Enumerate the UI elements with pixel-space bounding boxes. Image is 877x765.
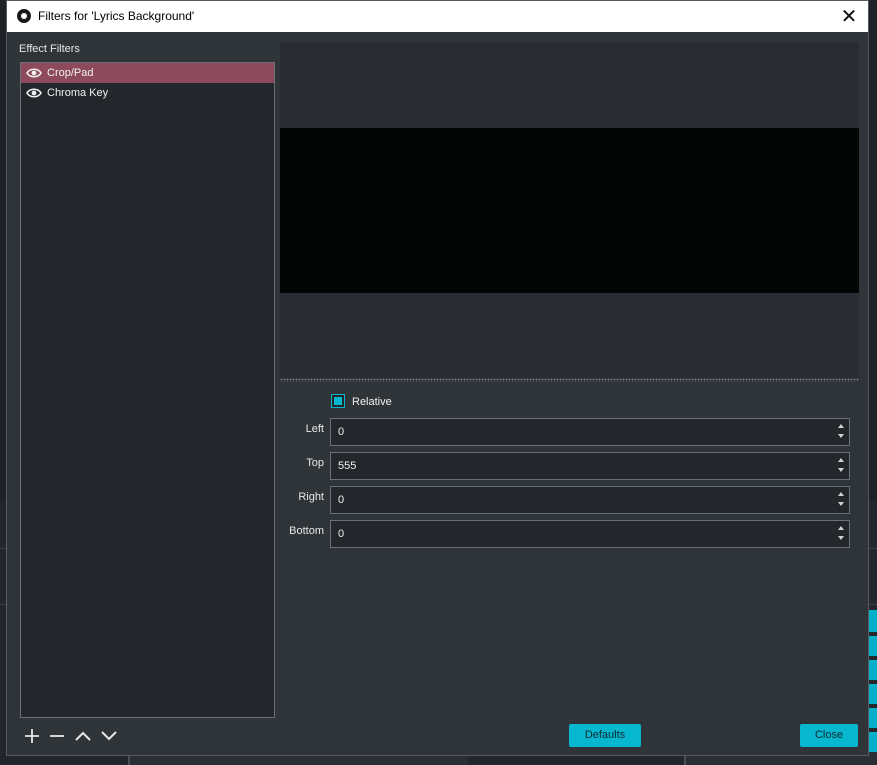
spin-up-icon[interactable] (838, 424, 844, 428)
spin-up-icon[interactable] (838, 526, 844, 530)
filter-item-chroma-key[interactable]: Chroma Key (21, 83, 274, 103)
bottom-label: Bottom (289, 525, 324, 537)
left-label: Left (305, 423, 324, 435)
right-value: 0 (338, 494, 345, 506)
bottom-spinbox[interactable]: 0 (330, 520, 850, 548)
filter-item-label: Crop/Pad (47, 67, 94, 79)
spin-arrows[interactable] (836, 489, 846, 511)
spin-down-icon[interactable] (838, 502, 844, 506)
chevron-up-icon (75, 731, 91, 741)
top-spinbox[interactable]: 555 (330, 452, 850, 480)
filter-item-label: Chroma Key (47, 87, 109, 99)
spin-down-icon[interactable] (838, 434, 844, 438)
spin-up-icon[interactable] (838, 458, 844, 462)
obs-logo-icon (17, 9, 31, 23)
minus-icon (50, 735, 64, 737)
close-button[interactable]: Close (800, 724, 858, 747)
relative-label: Relative (352, 396, 392, 408)
title-bar: Filters for 'Lyrics Background' ✕ (7, 1, 868, 32)
move-down-button[interactable] (98, 725, 120, 747)
effect-filters-list: Crop/Pad Chroma Key (20, 62, 275, 718)
top-value: 555 (338, 460, 357, 472)
eye-icon[interactable] (26, 86, 42, 100)
close-window-button[interactable]: ✕ (838, 5, 860, 27)
plus-icon (25, 729, 39, 743)
preview-splitter-handle[interactable] (280, 378, 859, 382)
top-label: Top (306, 457, 324, 469)
chevron-down-icon (101, 731, 117, 741)
filter-preview (280, 42, 859, 378)
spin-arrows[interactable] (836, 421, 846, 443)
right-label: Right (298, 491, 324, 503)
eye-icon[interactable] (26, 66, 42, 80)
spin-down-icon[interactable] (838, 536, 844, 540)
left-value: 0 (338, 426, 345, 438)
move-up-button[interactable] (72, 725, 94, 747)
add-filter-button[interactable] (21, 725, 43, 747)
checkbox-check-mark (334, 397, 342, 405)
left-spinbox[interactable]: 0 (330, 418, 850, 446)
right-spinbox[interactable]: 0 (330, 486, 850, 514)
preview-source-image (280, 128, 859, 293)
spin-up-icon[interactable] (838, 492, 844, 496)
spin-down-icon[interactable] (838, 468, 844, 472)
spin-arrows[interactable] (836, 455, 846, 477)
spin-arrows[interactable] (836, 523, 846, 545)
relative-checkbox[interactable] (331, 394, 345, 408)
filters-dialog: Filters for 'Lyrics Background' ✕ Effect… (6, 0, 869, 756)
filter-item-crop-pad[interactable]: Crop/Pad (21, 63, 274, 83)
defaults-button[interactable]: Defaults (569, 724, 641, 747)
remove-filter-button[interactable] (46, 725, 68, 747)
window-title: Filters for 'Lyrics Background' (38, 9, 195, 23)
bottom-value: 0 (338, 528, 345, 540)
effect-filters-heading: Effect Filters (19, 43, 80, 55)
